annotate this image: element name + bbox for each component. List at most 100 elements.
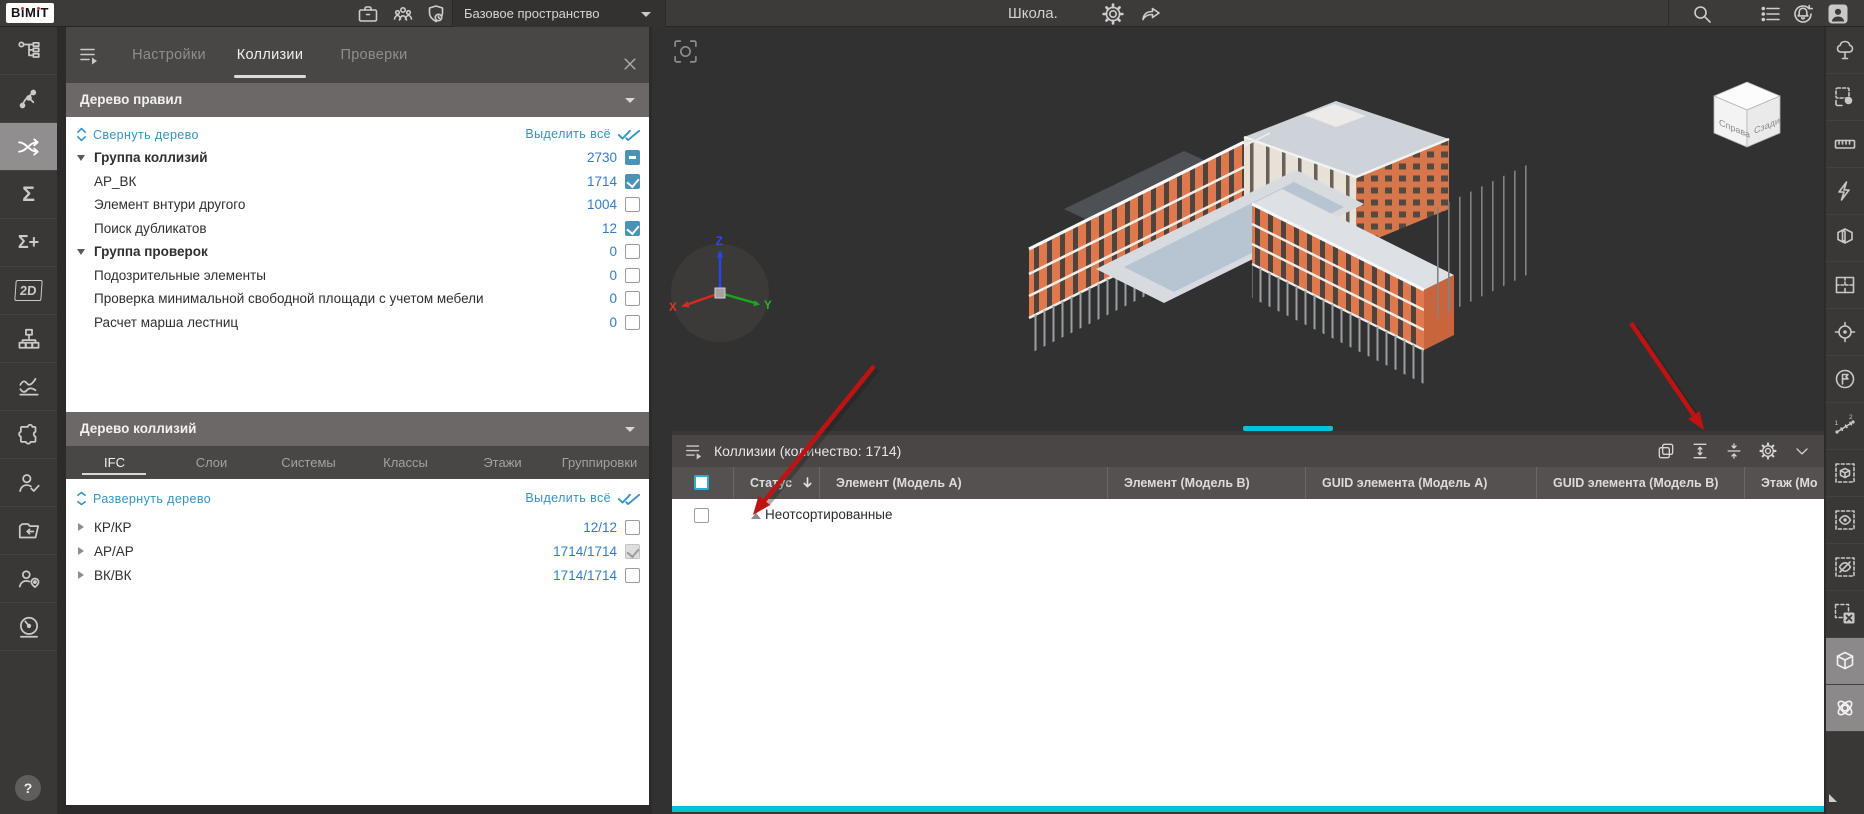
search-icon[interactable] <box>1690 2 1714 26</box>
checkbox[interactable] <box>625 150 640 165</box>
checkbox[interactable] <box>625 173 640 189</box>
select-all-checkbox[interactable] <box>694 475 709 490</box>
clear-selection-icon[interactable] <box>1826 591 1864 638</box>
expander-icon[interactable] <box>78 571 84 579</box>
column-guid-b[interactable]: GUID элемента (Модель B) <box>1536 467 1744 499</box>
subtab-ifc[interactable]: IFC <box>66 446 163 479</box>
rules-tree-row[interactable]: Элемент внтури другого 1004 <box>66 194 649 217</box>
collapse-split-icon[interactable] <box>1724 441 1744 461</box>
fit-height-icon[interactable] <box>1690 441 1710 461</box>
show-elements-eye-icon[interactable] <box>1826 497 1864 544</box>
subtab-systems[interactable]: Системы <box>260 446 357 479</box>
table-settings-gear-icon[interactable] <box>1758 441 1778 461</box>
model-tree-icon[interactable] <box>0 27 57 75</box>
dashboard-gauge-icon[interactable] <box>0 603 57 651</box>
column-guid-a[interactable]: GUID элемента (Модель А) <box>1305 467 1536 499</box>
share-icon[interactable] <box>1139 2 1163 26</box>
section-box-icon[interactable] <box>1826 215 1864 262</box>
subtab-classes[interactable]: Классы <box>357 446 454 479</box>
measure-points-icon[interactable]: 12 <box>1826 403 1864 450</box>
project-settings-gear-icon[interactable] <box>1101 2 1125 26</box>
chevron-down-icon[interactable] <box>625 98 635 103</box>
charts-icon[interactable] <box>0 363 57 411</box>
sum-plus-icon[interactable]: Σ+ <box>0 219 57 267</box>
sort-down-icon[interactable] <box>802 476 813 489</box>
column-floor[interactable]: Этаж (Мо <box>1744 467 1824 499</box>
rules-tree-row[interactable]: Группа коллизий 2730 <box>66 147 649 170</box>
2d-view-icon[interactable]: 2D <box>0 267 57 315</box>
cube-view-icon[interactable] <box>1826 638 1864 685</box>
sum-icon[interactable]: Σ <box>0 171 57 219</box>
rules-tree-header[interactable]: Дерево правил <box>66 83 649 117</box>
axis-gizmo[interactable]: Z X Y <box>660 231 780 351</box>
app-logo[interactable]: BiMiT <box>6 3 54 23</box>
measure-ruler-icon[interactable] <box>1826 121 1864 168</box>
help-button[interactable]: ? <box>15 775 41 801</box>
panel-menu-icon[interactable] <box>684 442 704 460</box>
collisions-tree-row[interactable]: ВК/ВК 1714/1714 <box>66 565 649 588</box>
team-icon[interactable] <box>391 2 415 26</box>
rules-tree-row[interactable]: Подозрительные элементы 0 <box>66 265 649 288</box>
building-model[interactable] <box>1004 89 1544 419</box>
rules-tree-row[interactable]: АР_ВК 1714 <box>66 171 649 194</box>
environment-tree-icon[interactable] <box>1826 27 1864 74</box>
row-expander-icon[interactable] <box>751 513 761 519</box>
relations-branch-icon[interactable] <box>0 75 57 123</box>
expander-icon[interactable] <box>78 523 84 531</box>
select-all-link[interactable]: Выделить всё <box>525 491 641 505</box>
subtab-floors[interactable]: Этажи <box>454 446 551 479</box>
fit-view-icon[interactable] <box>672 38 699 65</box>
task-list-icon[interactable] <box>1759 2 1783 26</box>
hide-elements-eye-slash-icon[interactable] <box>1826 544 1864 591</box>
approvals-person-check-icon[interactable] <box>0 459 57 507</box>
row-checkbox[interactable] <box>694 508 709 523</box>
checkbox[interactable] <box>625 267 640 283</box>
checkbox[interactable] <box>625 244 640 259</box>
column-status[interactable]: Статус <box>733 467 819 499</box>
expander-icon[interactable] <box>77 155 85 161</box>
panel-resize-handle[interactable] <box>1243 426 1333 431</box>
isolate-selection-icon[interactable] <box>1826 450 1864 497</box>
account-avatar-icon[interactable] <box>1826 2 1850 26</box>
hierarchy-icon[interactable] <box>0 315 57 363</box>
flash-section-icon[interactable] <box>1826 168 1864 215</box>
checkbox[interactable] <box>625 197 640 212</box>
projects-icon[interactable] <box>356 2 380 26</box>
copy-icon[interactable] <box>1656 441 1676 461</box>
select-all-link[interactable]: Выделить всё <box>525 127 641 141</box>
flag-marker-icon[interactable] <box>1826 356 1864 403</box>
subtab-groupings[interactable]: Группировки <box>551 446 648 479</box>
shield-license-icon[interactable] <box>424 2 448 26</box>
collapse-tree-link[interactable]: Свернуть дерево <box>76 127 199 142</box>
tab-checks[interactable]: Проверки <box>322 27 426 83</box>
checkbox[interactable] <box>625 544 640 559</box>
collisions-shuffle-icon[interactable] <box>0 123 57 171</box>
orbit-mode-icon[interactable] <box>1826 685 1864 732</box>
chevron-down-icon[interactable] <box>625 427 635 432</box>
expander-icon[interactable] <box>77 249 85 255</box>
floorplan-icon[interactable] <box>1826 262 1864 309</box>
rules-tree-row[interactable]: Проверка минимальной свободной площади с… <box>66 288 649 311</box>
checkbox[interactable] <box>625 291 640 306</box>
rules-tree-row[interactable]: Группа проверок 0 <box>66 241 649 264</box>
collisions-tree-row[interactable]: КР/КР 12/12 <box>66 517 649 540</box>
rules-tree-row[interactable]: Расчет марша лестниц 0 <box>66 312 649 335</box>
rules-tree-row[interactable]: Поиск дубликатов 12 <box>66 218 649 241</box>
checkbox[interactable] <box>625 314 640 330</box>
expander-icon[interactable] <box>78 547 84 555</box>
tab-collisions[interactable]: Коллизии <box>222 27 318 83</box>
tab-settings[interactable]: Настройки <box>116 27 222 83</box>
user-location-icon[interactable] <box>0 555 57 603</box>
collisions-tree-header[interactable]: Дерево коллизий <box>66 412 649 446</box>
export-folder-icon[interactable] <box>0 507 57 555</box>
plugins-puzzle-icon[interactable] <box>0 411 57 459</box>
expand-tree-link[interactable]: Развернуть дерево <box>76 491 211 506</box>
select-similar-icon[interactable] <box>1826 74 1864 121</box>
subtab-layers[interactable]: Слои <box>163 446 260 479</box>
viewport-3d[interactable]: Z X Y Справа Сзади Коллизии (количество:… <box>652 27 1824 814</box>
close-icon[interactable] <box>621 55 639 73</box>
checkbox[interactable] <box>625 520 640 535</box>
checkbox[interactable] <box>625 220 640 236</box>
checkbox[interactable] <box>625 568 640 583</box>
column-element-a[interactable]: Элемент (Модель А) <box>819 467 1107 499</box>
